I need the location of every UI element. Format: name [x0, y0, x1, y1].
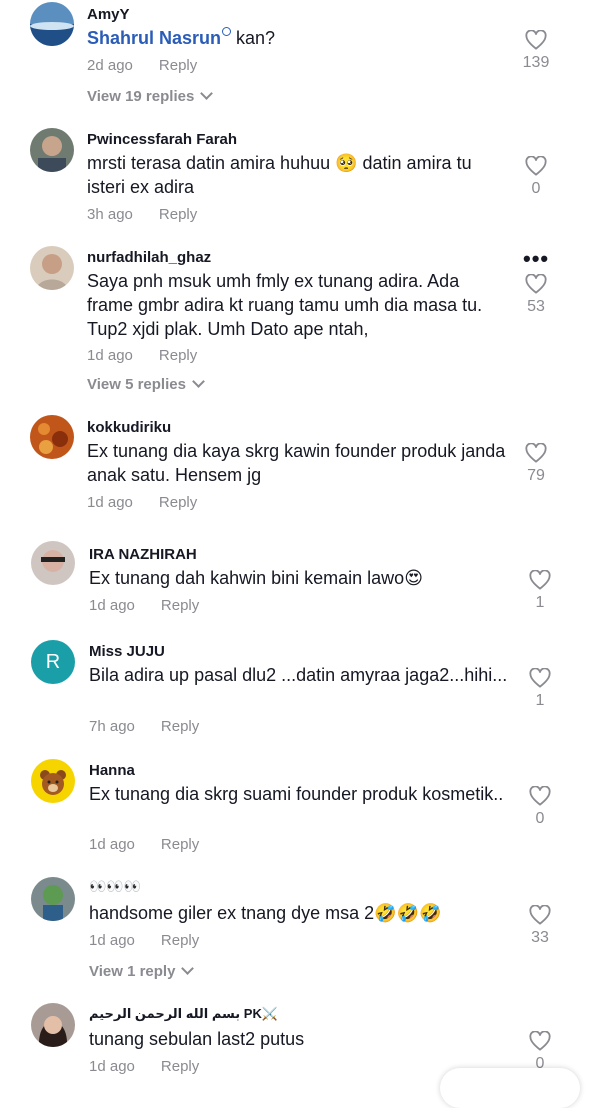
avatar[interactable]	[30, 246, 74, 290]
comment-username[interactable]: بسم الله الرحمن الرحيم PK⚔️	[89, 1006, 278, 1022]
heart-outline-icon	[529, 668, 551, 688]
like-count: 0	[535, 810, 545, 827]
comment-text: Shahrul Nasrun kan?	[87, 27, 276, 48]
bear-icon	[31, 759, 75, 803]
timestamp: 3h ago	[87, 206, 133, 223]
timestamp: 2d ago	[87, 57, 133, 74]
comment-meta: 1d ago Reply	[89, 1058, 199, 1075]
like-button[interactable]: 0	[510, 786, 570, 828]
avatar[interactable]	[31, 1003, 75, 1047]
like-count: 33	[531, 929, 549, 946]
comment-text: Ex tunang dah kahwin bini kemain lawo😍	[89, 568, 423, 588]
heart-outline-icon	[525, 156, 547, 176]
avatar-letter: R	[45, 651, 61, 673]
like-button[interactable]: 1	[510, 668, 570, 710]
more-horizontal-icon[interactable]: •••	[523, 248, 549, 270]
view-replies-button[interactable]: View 1 reply	[89, 962, 195, 980]
chevron-down-icon	[192, 375, 205, 388]
like-count: 1	[535, 692, 545, 709]
timestamp: 7h ago	[89, 718, 135, 735]
reply-button[interactable]: Reply	[159, 57, 197, 74]
like-button[interactable]: 53	[506, 274, 566, 316]
like-count: 79	[527, 467, 545, 484]
comment-username[interactable]: IRA NAZHIRAH	[89, 546, 197, 563]
comment-meta: 1d ago Reply	[87, 494, 197, 511]
timestamp: 1d ago	[89, 836, 135, 853]
reply-button[interactable]: Reply	[161, 932, 199, 949]
chevron-down-icon	[200, 87, 214, 100]
mention-link[interactable]: Shahrul Nasrun	[87, 28, 221, 48]
timestamp: 1d ago	[89, 597, 135, 614]
heart-outline-icon	[525, 30, 547, 50]
avatar[interactable]	[30, 415, 74, 459]
timestamp: 1d ago	[87, 494, 133, 511]
comment-meta: 7h ago Reply	[89, 718, 199, 735]
like-button[interactable]: 0	[506, 156, 566, 198]
view-replies-button[interactable]: View 5 replies	[87, 375, 205, 393]
comment-meta: 1d ago Reply	[87, 347, 197, 364]
chevron-down-icon	[181, 962, 195, 975]
avatar[interactable]	[31, 877, 75, 921]
like-button[interactable]: 33	[510, 905, 570, 947]
comment-text: Ex tunang dia skrg suami founder produk …	[89, 784, 504, 804]
comment-text: Saya pnh msuk umh fmly ex tunang adira. …	[87, 271, 483, 339]
like-button[interactable]: 79	[506, 443, 566, 485]
comment-text: tunang sebulan last2 putus	[89, 1029, 305, 1049]
like-button[interactable]: 139	[506, 30, 566, 72]
heart-outline-icon	[525, 443, 547, 463]
reply-button[interactable]: Reply	[159, 347, 197, 364]
timestamp: 1d ago	[89, 1058, 135, 1075]
reply-button[interactable]: Reply	[159, 206, 197, 223]
like-count: 139	[522, 54, 550, 71]
view-replies-button[interactable]: View 19 replies	[87, 87, 214, 105]
comment-text: Ex tunang dia kaya skrg kawin founder pr…	[87, 441, 506, 485]
heart-outline-icon	[529, 1031, 551, 1051]
search-icon	[222, 27, 232, 36]
reply-button[interactable]: Reply	[161, 1058, 199, 1075]
like-button[interactable]: 1	[510, 570, 570, 612]
comment-meta: 2d ago Reply	[87, 57, 197, 74]
like-count: 53	[527, 298, 545, 315]
reply-button[interactable]: Reply	[161, 597, 199, 614]
heart-outline-icon	[529, 905, 551, 925]
timestamp: 1d ago	[89, 932, 135, 949]
comment-text: handsome giler ex tnang dye msa 2🤣🤣🤣	[89, 903, 442, 923]
like-count: 1	[535, 594, 545, 611]
comment-username[interactable]: kokkudiriku	[87, 419, 171, 436]
like-count: 0	[531, 180, 541, 197]
comment-username[interactable]: AmyY	[87, 6, 130, 23]
avatar[interactable]	[31, 541, 75, 585]
comment-meta: 1d ago Reply	[89, 836, 199, 853]
comment-text: mrsti terasa datin amira huhuu 🥺 datin a…	[87, 153, 472, 197]
avatar[interactable]	[30, 128, 74, 172]
comment-meta: 1d ago Reply	[89, 597, 199, 614]
comment-username[interactable]: nurfadhilah_ghaz	[87, 249, 211, 266]
comment-text: Bila adira up pasal dlu2 ...datin amyraa…	[89, 665, 508, 685]
heart-outline-icon	[525, 274, 547, 294]
reply-button[interactable]: Reply	[159, 494, 197, 511]
timestamp: 1d ago	[87, 347, 133, 364]
like-button[interactable]: 0	[510, 1031, 570, 1073]
avatar[interactable]	[31, 759, 75, 803]
avatar[interactable]: R	[31, 640, 75, 684]
avatar[interactable]	[30, 2, 74, 46]
reply-button[interactable]: Reply	[161, 836, 199, 853]
comment-meta: 3h ago Reply	[87, 206, 197, 223]
comment-username[interactable]: Pwincessfarah Farah	[87, 131, 237, 148]
comment-username[interactable]: Hanna	[89, 762, 135, 779]
reply-button[interactable]: Reply	[161, 718, 199, 735]
comment-username[interactable]: Miss JUJU	[89, 643, 165, 660]
heart-outline-icon	[529, 786, 551, 806]
comment-username[interactable]: 👀👀👀	[89, 878, 141, 895]
heart-outline-icon	[529, 570, 551, 590]
floating-action-pill[interactable]	[440, 1068, 580, 1108]
comment-meta: 1d ago Reply	[89, 932, 199, 949]
